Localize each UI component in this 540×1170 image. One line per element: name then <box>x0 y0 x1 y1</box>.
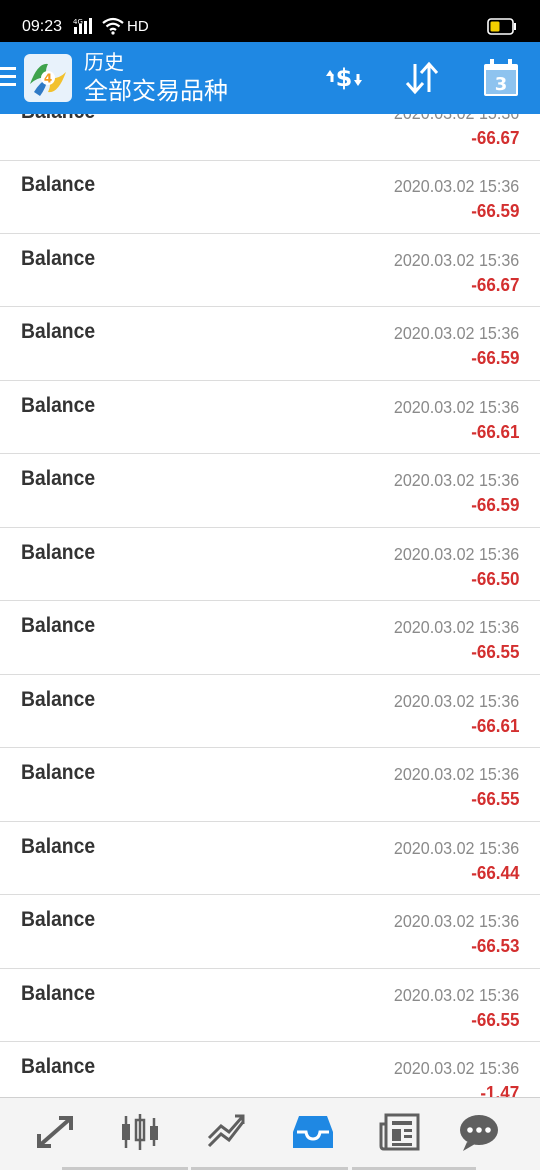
row-amount: -66.67 <box>470 127 519 148</box>
status-bar: 09:23 4G HD <box>0 0 540 42</box>
candlestick-chart-icon[interactable] <box>118 1112 162 1152</box>
row-amount: -66.61 <box>470 714 519 736</box>
row-date: 2020.03.02 15:36 <box>393 249 519 270</box>
row-label: Balance <box>21 173 96 196</box>
row-amount: -66.44 <box>470 861 519 883</box>
row-date: 2020.03.02 15:36 <box>393 690 519 711</box>
cellular-signal-icon: 4G <box>73 18 92 34</box>
row-date: 2020.03.02 15:36 <box>393 543 519 564</box>
row-date: 2020.03.02 15:36 <box>393 984 519 1005</box>
logo-badge: 4 <box>44 72 52 86</box>
page-subtitle[interactable]: 全部交易品种 <box>84 76 228 106</box>
row-date: 2020.03.02 15:36 <box>394 114 519 124</box>
row-label: Balance <box>21 908 96 931</box>
row-label: Balance <box>21 467 96 490</box>
list-item[interactable]: Balance 2020.03.02 15:36 -66.67 <box>0 114 540 161</box>
sort-icon[interactable] <box>402 58 442 98</box>
history-inbox-icon[interactable] <box>291 1112 335 1152</box>
row-date: 2020.03.02 15:36 <box>393 323 519 343</box>
wifi-icon <box>102 17 124 35</box>
quotes-arrows-icon[interactable] <box>33 1112 77 1152</box>
row-label: Balance <box>21 393 96 417</box>
row-amount: -66.53 <box>470 935 519 956</box>
list-item[interactable]: Balance 2020.03.02 15:36 -66.55 <box>0 601 540 675</box>
row-amount: -1.47 <box>480 1082 519 1097</box>
bottom-nav <box>0 1097 540 1170</box>
row-amount: -66.59 <box>470 347 519 368</box>
row-label: Balance <box>21 687 96 711</box>
list-item[interactable]: Balance 2020.03.02 15:36 -66.61 <box>0 381 540 454</box>
trade-chart-icon[interactable] <box>205 1112 249 1152</box>
status-time: 09:23 <box>22 18 63 35</box>
svg-text:$: $ <box>336 64 353 92</box>
row-label: Balance <box>21 834 96 858</box>
list-item[interactable]: Balance 2020.03.02 15:36 -1.47 <box>0 1042 540 1097</box>
row-label: Balance <box>21 981 96 1005</box>
row-amount: -66.55 <box>470 641 519 662</box>
row-amount: -66.59 <box>470 200 519 221</box>
list-item[interactable]: Balance 2020.03.02 15:36 -66.53 <box>0 895 540 969</box>
currency-exchange-icon[interactable]: $ <box>324 58 364 98</box>
row-amount: -66.59 <box>470 494 519 515</box>
row-date: 2020.03.02 15:36 <box>393 396 519 417</box>
list-item[interactable]: Balance 2020.03.02 15:36 -66.59 <box>0 454 540 528</box>
row-amount: -66.50 <box>470 567 519 589</box>
list-item[interactable]: Balance 2020.03.02 15:36 -66.61 <box>0 675 540 748</box>
menu-icon[interactable] <box>0 67 16 87</box>
news-icon[interactable] <box>378 1112 422 1152</box>
row-amount: -66.55 <box>470 788 519 809</box>
row-date: 2020.03.02 15:36 <box>393 837 519 858</box>
page-title: 历史 <box>84 50 124 74</box>
history-list[interactable]: Balance 2020.03.02 15:36 -66.67 Balance 2… <box>0 114 540 1097</box>
row-date: 2020.03.02 15:36 <box>393 470 519 490</box>
row-label: Balance <box>21 1055 96 1078</box>
list-item[interactable]: Balance 2020.03.02 15:36 -66.67 <box>0 234 540 307</box>
list-item[interactable]: Balance 2020.03.02 15:36 -66.55 <box>0 748 540 822</box>
calendar-day: 3 <box>495 74 508 95</box>
row-date: 2020.03.02 15:36 <box>393 617 519 637</box>
list-item[interactable]: Balance 2020.03.02 15:36 -66.55 <box>0 969 540 1042</box>
chat-icon[interactable] <box>457 1112 501 1152</box>
row-label: Balance <box>21 246 96 270</box>
battery-level <box>490 21 500 32</box>
row-date: 2020.03.02 15:36 <box>393 911 519 931</box>
row-amount: -66.55 <box>470 1008 519 1030</box>
row-date: 2020.03.02 15:36 <box>393 176 519 196</box>
metatrader-logo-icon[interactable]: 4 <box>24 54 72 102</box>
row-date: 2020.03.02 15:36 <box>393 1058 519 1078</box>
row-date: 2020.03.02 15:36 <box>393 764 519 784</box>
calendar-icon[interactable]: 3 <box>481 58 521 98</box>
row-label: Balance <box>21 761 96 784</box>
list-item[interactable]: Balance 2020.03.02 15:36 -66.50 <box>0 528 540 601</box>
network-type: HD <box>127 18 149 35</box>
row-label: Balance <box>21 114 95 125</box>
battery-icon <box>487 18 516 35</box>
row-amount: -66.61 <box>470 420 519 442</box>
list-item[interactable]: Balance 2020.03.02 15:36 -66.59 <box>0 307 540 381</box>
row-amount: -66.67 <box>470 273 519 295</box>
list-item[interactable]: Balance 2020.03.02 15:36 -66.59 <box>0 160 540 234</box>
row-label: Balance <box>21 320 96 343</box>
list-item[interactable]: Balance 2020.03.02 15:36 -66.44 <box>0 822 540 895</box>
app-bar: 4 历史 全部交易品种 $ 3 <box>0 42 540 114</box>
row-label: Balance <box>21 540 96 564</box>
row-label: Balance <box>21 614 96 637</box>
